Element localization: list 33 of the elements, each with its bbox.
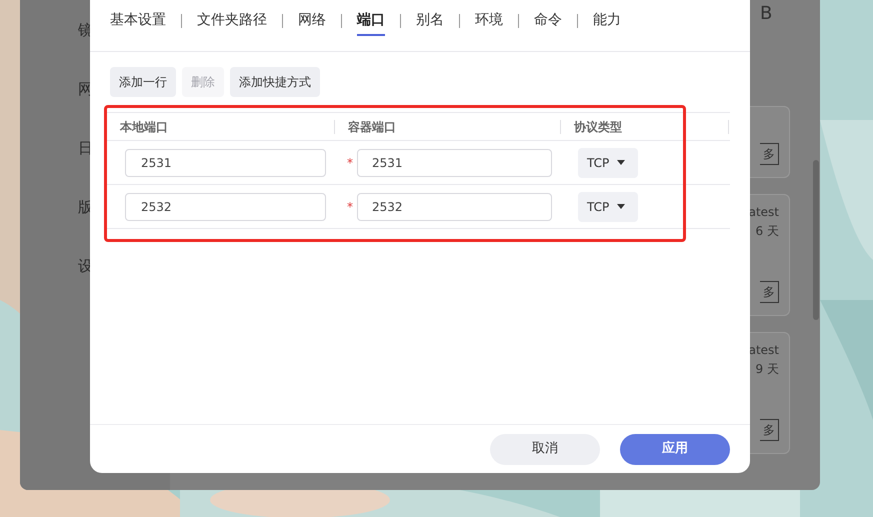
caret-icon [617, 160, 626, 165]
tab[interactable]: 端口 [357, 0, 385, 36]
more-button[interactable]: 多 [760, 143, 779, 165]
input-field[interactable]: 2532 [357, 192, 552, 220]
tab[interactable]: 能力 [593, 0, 621, 36]
card-text: 6 天 [756, 223, 779, 240]
input-field[interactable]: 2531 [125, 148, 326, 176]
toolbar-button[interactable]: 添加快捷方式 [230, 67, 320, 97]
required-mark: * [347, 198, 353, 216]
tab[interactable]: 网络 [298, 0, 326, 36]
input-field[interactable]: 2531 [357, 148, 552, 176]
column-header: 协议类型 [574, 118, 622, 136]
dialog-button[interactable]: 应用 [620, 434, 730, 464]
required-mark: * [347, 154, 353, 172]
protocol-dropdown[interactable]: TCP [578, 148, 638, 178]
more-button[interactable]: 多 [760, 419, 779, 441]
tab[interactable]: 命令 [534, 0, 562, 36]
title-fragment: B [760, 2, 772, 26]
tab[interactable]: 环境 [475, 0, 503, 36]
more-button[interactable]: 多 [760, 281, 779, 303]
tab[interactable]: 基本设置 [110, 0, 166, 36]
dialog-button[interactable]: 取消 [490, 434, 600, 464]
protocol-dropdown[interactable]: TCP [578, 192, 638, 222]
column-header: 容器端口 [348, 118, 396, 136]
tab[interactable]: 别名 [416, 0, 444, 36]
input-field[interactable]: 2532 [125, 192, 326, 220]
caret-icon [617, 204, 626, 209]
tab[interactable]: 文件夹路径 [197, 0, 267, 36]
card-text: atest [748, 204, 779, 221]
card-text: atest [748, 342, 779, 359]
toolbar-button[interactable]: 添加一行 [110, 67, 176, 97]
column-header: 本地端口 [120, 118, 168, 136]
card-text: 9 天 [756, 361, 779, 378]
